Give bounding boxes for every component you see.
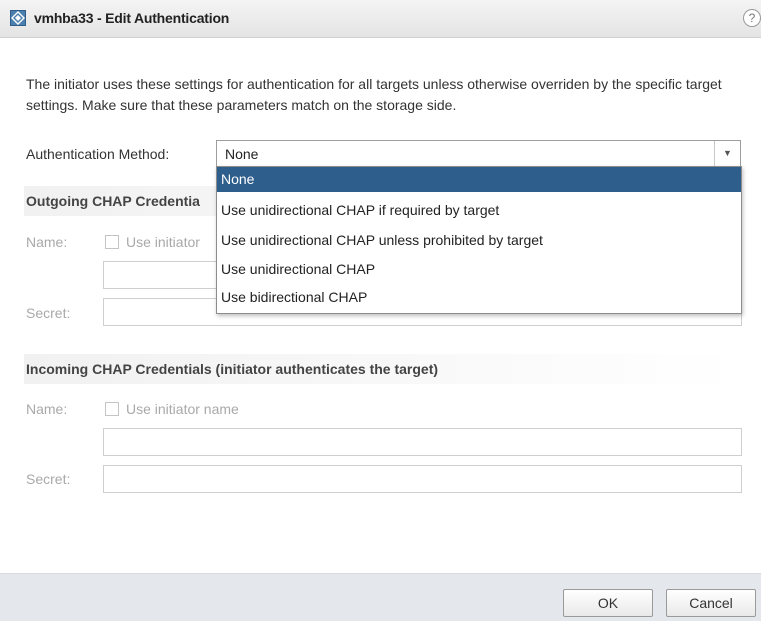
- chevron-down-icon[interactable]: ▼: [714, 141, 740, 166]
- incoming-use-initiator-checkbox[interactable]: [105, 402, 119, 416]
- auth-method-label: Authentication Method:: [26, 146, 170, 162]
- dropdown-option-bidirectional-chap[interactable]: Use bidirectional CHAP: [217, 283, 741, 312]
- incoming-use-initiator-label: Use initiator name: [126, 401, 239, 417]
- outgoing-use-initiator-checkbox[interactable]: [105, 235, 119, 249]
- outgoing-secret-label: Secret:: [26, 305, 71, 321]
- incoming-secret-label: Secret:: [26, 471, 71, 487]
- outgoing-use-initiator-label: Use initiator: [126, 234, 200, 250]
- cancel-button[interactable]: Cancel: [666, 589, 756, 617]
- dropdown-option-chap-if-required[interactable]: Use unidirectional CHAP if required by t…: [217, 196, 741, 225]
- dialog-title: vmhba33 - Edit Authentication: [34, 10, 230, 26]
- incoming-secret-field[interactable]: [103, 465, 742, 493]
- dropdown-option-chap-unless-prohibited[interactable]: Use unidirectional CHAP unless prohibite…: [217, 226, 741, 255]
- incoming-chap-heading: Incoming CHAP Credentials (initiator aut…: [24, 354, 741, 384]
- description-text: The initiator uses these settings for au…: [26, 76, 722, 113]
- dropdown-option-none[interactable]: None: [217, 167, 741, 192]
- dialog-titlebar: vmhba33 - Edit Authentication ?: [0, 0, 761, 38]
- auth-method-dropdown: None Use unidirectional CHAP if required…: [216, 166, 742, 314]
- incoming-name-label: Name:: [26, 401, 68, 417]
- outgoing-name-label: Name:: [26, 234, 68, 250]
- ok-button[interactable]: OK: [563, 589, 653, 617]
- dialog-icon: [10, 10, 26, 26]
- dropdown-option-unidirectional-chap[interactable]: Use unidirectional CHAP: [217, 255, 741, 284]
- auth-method-select[interactable]: None ▼: [216, 140, 741, 167]
- incoming-name-field[interactable]: [103, 428, 742, 456]
- help-icon[interactable]: ?: [743, 9, 761, 27]
- auth-method-value: None: [225, 146, 259, 162]
